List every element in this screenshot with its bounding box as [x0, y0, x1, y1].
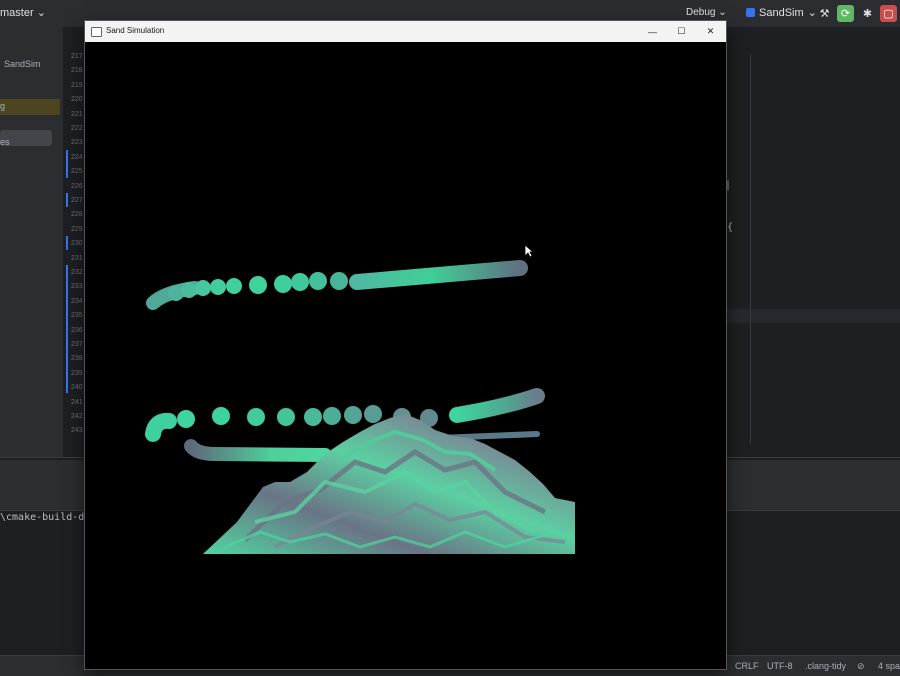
build-hammer-icon[interactable]: ⚒: [816, 5, 833, 22]
branch-label: master: [0, 7, 34, 19]
project-item[interactable]: es: [0, 137, 10, 147]
line-number: 239: [71, 369, 83, 377]
line-number: 241: [71, 398, 83, 406]
window-titlebar[interactable]: Sand Simulation — ☐ ✕: [85, 21, 726, 42]
line-number: 231: [71, 254, 83, 262]
indent-widget[interactable]: 4 spa: [878, 661, 900, 671]
close-button[interactable]: ✕: [696, 21, 725, 42]
line-ending-widget[interactable]: CRLF: [735, 661, 759, 671]
line-number: 228: [71, 211, 83, 219]
line-number: 242: [71, 413, 83, 420]
sand-stroke-top: [146, 260, 528, 310]
line-number: 234: [71, 297, 83, 305]
line-number: 221: [71, 110, 83, 118]
line-number: 240: [71, 384, 83, 392]
debug-bug-icon[interactable]: ✱: [859, 5, 876, 22]
line-number: 236: [71, 326, 83, 334]
linter-widget[interactable]: .clang-tidy: [805, 661, 846, 671]
line-number: 220: [71, 96, 83, 104]
project-panel: SandSim g es: [0, 27, 63, 457]
line-number: 243: [71, 427, 83, 435]
code-editor[interactable]: [726, 27, 900, 457]
line-number: 224: [71, 153, 83, 161]
stop-icon[interactable]: ▢: [880, 5, 897, 22]
line-number: 217: [71, 53, 83, 60]
run-target-selector[interactable]: SandSim ⌄: [746, 6, 817, 19]
line-number: 218: [71, 67, 83, 75]
line-number: 229: [71, 225, 83, 233]
line-number: 237: [71, 341, 83, 348]
run-configuration-label: Debug: [686, 7, 716, 18]
change-marker: [66, 236, 68, 250]
line-number: 238: [71, 355, 83, 363]
change-marker: [66, 150, 68, 178]
chevron-down-icon: ⌄: [36, 7, 46, 19]
line-number: 226: [71, 182, 83, 190]
change-marker: [66, 193, 68, 207]
line-number: 225: [71, 168, 83, 176]
run-target-label: SandSim: [759, 6, 804, 19]
sand-stroke-middle: [145, 388, 545, 442]
chevron-down-icon: ⌄: [718, 7, 727, 18]
line-number: 233: [71, 283, 83, 291]
line-number: 232: [71, 269, 83, 276]
project-root-item[interactable]: SandSim: [4, 59, 41, 69]
project-selected-item[interactable]: g: [0, 99, 60, 115]
sand-canvas[interactable]: [85, 42, 726, 669]
code-fragment: {: [727, 222, 734, 233]
branch-selector[interactable]: master ⌄: [0, 6, 46, 19]
project-selected-label: g: [0, 101, 6, 111]
rerun-icon[interactable]: ⟳: [837, 5, 854, 22]
app-icon: [91, 27, 102, 37]
window-title: Sand Simulation: [106, 26, 165, 35]
change-marker: [66, 265, 68, 393]
sand-simulation-window[interactable]: Sand Simulation — ☐ ✕: [85, 21, 726, 669]
line-number: 227: [71, 197, 83, 204]
line-number: 235: [71, 312, 83, 320]
line-number: 223: [71, 139, 83, 147]
maximize-button[interactable]: ☐: [667, 21, 696, 42]
current-line-highlight: [726, 309, 900, 323]
no-inspection-icon[interactable]: ⊘: [857, 661, 865, 672]
mouse-cursor-icon: [524, 244, 534, 258]
line-number: 219: [71, 81, 83, 89]
right-margin-guide: [750, 54, 751, 444]
run-configuration-selector[interactable]: Debug ⌄: [686, 7, 727, 18]
minimize-button[interactable]: —: [638, 21, 667, 42]
encoding-widget[interactable]: UTF-8: [767, 661, 793, 671]
editor-gutter: 217 218 219 220 221 222 223 224 225 226 227 228 229 2…: [63, 27, 85, 457]
target-icon: [746, 8, 755, 17]
line-number: 222: [71, 125, 83, 132]
line-number: 230: [71, 240, 83, 248]
